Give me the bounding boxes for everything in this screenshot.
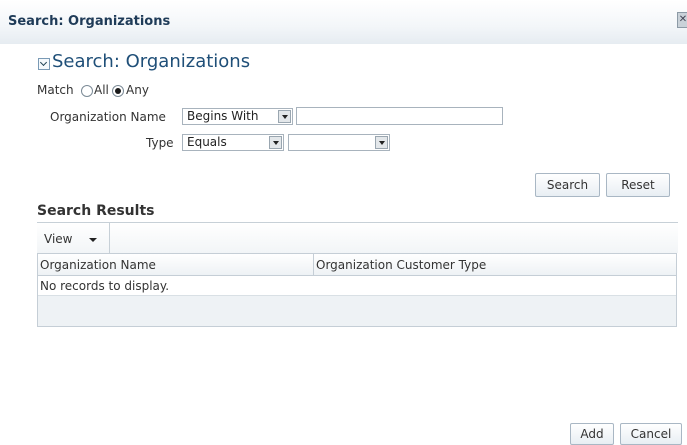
- match-any-radio[interactable]: [112, 85, 124, 97]
- chevron-down-icon: [269, 136, 282, 149]
- chevron-down-icon: [375, 136, 388, 149]
- search-section-title: Search: Organizations: [52, 51, 251, 72]
- type-value-select[interactable]: [288, 134, 390, 151]
- search-button[interactable]: Search: [535, 173, 600, 197]
- cancel-button[interactable]: Cancel: [620, 423, 682, 445]
- type-operator-value: Equals: [187, 135, 227, 149]
- match-all-label: All: [94, 83, 109, 97]
- results-toolbar: View: [37, 222, 678, 253]
- view-menu-label: View: [44, 232, 73, 246]
- dialog-title: Search: Organizations: [8, 14, 171, 29]
- add-button[interactable]: Add: [570, 423, 614, 445]
- match-any-label: Any: [126, 83, 149, 97]
- column-header-organization-name[interactable]: Organization Name: [38, 254, 314, 276]
- results-table: Organization Name Organization Customer …: [37, 253, 677, 327]
- empty-results-message: No records to display.: [38, 276, 676, 296]
- type-label: Type: [146, 136, 174, 150]
- column-header-organization-customer-type[interactable]: Organization Customer Type: [314, 254, 676, 276]
- org-name-operator-value: Begins With: [187, 109, 259, 123]
- search-results-title: Search Results: [37, 203, 155, 219]
- reset-button[interactable]: Reset: [606, 173, 670, 197]
- chevron-down-icon: [278, 110, 291, 123]
- dialog-header: Search: Organizations ✕: [0, 0, 687, 45]
- view-menu-button[interactable]: View: [37, 223, 110, 253]
- match-label: Match: [37, 83, 74, 97]
- org-name-label: Organization Name: [50, 110, 166, 124]
- close-icon[interactable]: ✕: [677, 12, 687, 28]
- chevron-down-icon: [89, 238, 97, 242]
- org-name-input[interactable]: [296, 107, 503, 125]
- disclose-expanded-icon[interactable]: [38, 58, 50, 70]
- type-operator-select[interactable]: Equals: [182, 134, 284, 151]
- match-all-radio[interactable]: [81, 85, 93, 97]
- org-name-operator-select[interactable]: Begins With: [182, 108, 293, 125]
